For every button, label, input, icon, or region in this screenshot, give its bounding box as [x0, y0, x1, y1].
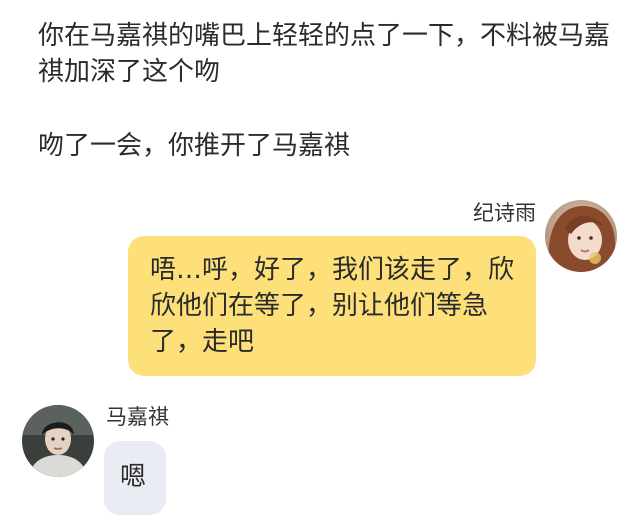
girl-portrait-avatar-icon — [545, 200, 617, 272]
avatar[interactable] — [22, 405, 94, 477]
boy-portrait-avatar-icon — [22, 405, 94, 477]
sender-name: 马嘉祺 — [106, 405, 169, 429]
message-bubble[interactable]: 唔…呼，好了，我们该走了，欣欣他们在等了，别让他们等急了，走吧 — [128, 236, 536, 376]
message-text: 嗯 — [120, 462, 147, 492]
sender-name: 纪诗雨 — [473, 201, 536, 225]
message-text: 唔…呼，好了，我们该走了，欣欣他们在等了，别让他们等急了，走吧 — [150, 255, 515, 357]
narration-text: 你在马嘉祺的嘴巴上轻轻的点了一下，不料被马嘉祺加深了这个吻 — [38, 21, 611, 87]
message-bubble[interactable]: 嗯 — [104, 441, 166, 515]
avatar[interactable] — [545, 200, 617, 272]
narration-text: 吻了一会，你推开了马嘉祺 — [38, 131, 351, 161]
